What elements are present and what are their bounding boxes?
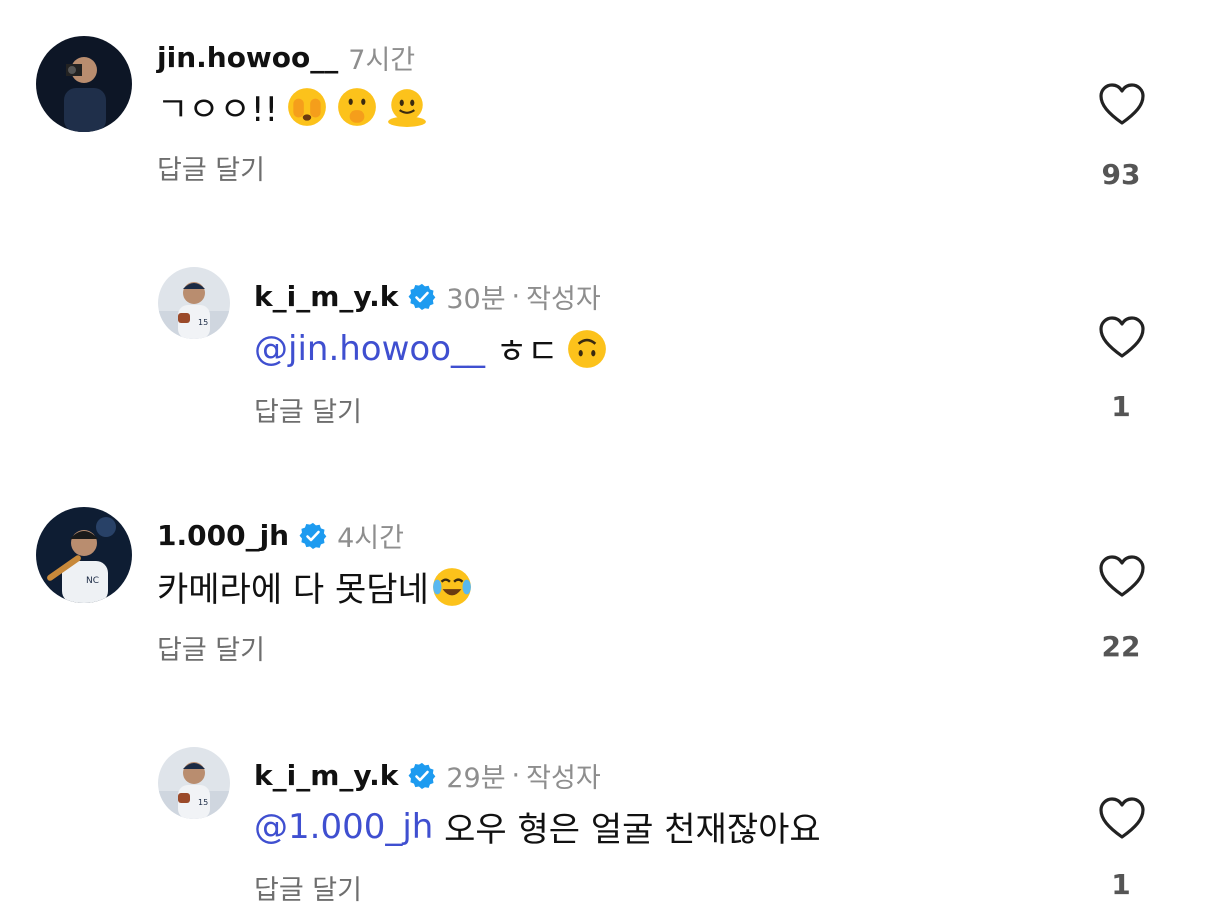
like-count: 1 bbox=[1111, 390, 1131, 423]
svg-text:15: 15 bbox=[198, 318, 208, 327]
avatar[interactable]: NC bbox=[36, 507, 132, 603]
reply-button[interactable]: 답글 달기 bbox=[254, 868, 362, 907]
author-tag: 작성자 bbox=[526, 284, 601, 315]
svg-text:15: 15 bbox=[198, 798, 208, 807]
melting-face-emoji bbox=[386, 86, 428, 128]
heart-icon[interactable] bbox=[1098, 554, 1146, 598]
like-count: 93 bbox=[1101, 158, 1141, 191]
avatar[interactable]: 15 bbox=[158, 747, 230, 819]
comment-body: ㅎㄷ bbox=[485, 332, 559, 372]
like-count: 22 bbox=[1101, 630, 1141, 663]
mention-link[interactable]: @1.000_jh bbox=[254, 807, 433, 847]
timestamp: 29분 bbox=[446, 763, 506, 794]
heart-icon[interactable] bbox=[1098, 796, 1146, 840]
comment-body: 오우 형은 얼굴 천재잖아요 bbox=[433, 810, 821, 850]
verified-badge-icon bbox=[408, 762, 436, 789]
comment-text: ㄱㅇㅇ!! bbox=[157, 82, 428, 131]
comment-item: NC 1.000_jh 4시간 카메라에 다 못담네 답글 달기 22 bbox=[0, 480, 1206, 680]
verified-badge-icon bbox=[299, 522, 327, 549]
reply-comment-item: 15 k_i_m_y.k 29분 · 작성자 @1.000_jh 오우 형은 얼… bbox=[0, 720, 1206, 920]
reply-button[interactable]: 답글 달기 bbox=[254, 390, 362, 429]
heart-icon[interactable] bbox=[1098, 315, 1146, 359]
avatar[interactable]: 15 bbox=[158, 267, 230, 339]
comment-text: @1.000_jh 오우 형은 얼굴 천재잖아요 bbox=[254, 802, 821, 851]
avatar[interactable] bbox=[36, 36, 132, 132]
comment-item: jin.howoo__ 7시간 ㄱㅇㅇ!! 답글 달기 93 bbox=[0, 0, 1206, 200]
comment-body: ㄱㅇㅇ!! bbox=[157, 90, 279, 130]
comment-text: @jin.howoo__ ㅎㄷ bbox=[254, 324, 608, 373]
verified-badge-icon bbox=[408, 283, 436, 310]
face-with-hands-over-eyes-emoji bbox=[286, 86, 328, 128]
username[interactable]: jin.howoo__ bbox=[157, 41, 338, 74]
reply-button[interactable]: 답글 달기 bbox=[157, 148, 265, 187]
timestamp: 7시간 bbox=[348, 45, 416, 76]
svg-text:NC: NC bbox=[86, 576, 99, 586]
username[interactable]: k_i_m_y.k bbox=[254, 280, 398, 313]
like-count: 1 bbox=[1111, 868, 1131, 901]
reply-button[interactable]: 답글 달기 bbox=[157, 628, 265, 667]
username[interactable]: 1.000_jh bbox=[157, 519, 289, 552]
timestamp: 30분 bbox=[446, 284, 506, 315]
mention-link[interactable]: @jin.howoo__ bbox=[254, 329, 485, 369]
face-with-hand-over-mouth-emoji bbox=[336, 86, 378, 128]
reply-comment-item: 15 k_i_m_y.k 30분 · 작성자 @jin.howoo__ ㅎㄷ 답… bbox=[0, 240, 1206, 440]
heart-icon[interactable] bbox=[1098, 82, 1146, 126]
author-tag: 작성자 bbox=[526, 763, 601, 794]
separator: · bbox=[511, 281, 521, 312]
timestamp: 4시간 bbox=[337, 523, 404, 554]
comment-body: 카메라에 다 못담네 bbox=[157, 570, 429, 610]
username[interactable]: k_i_m_y.k bbox=[254, 759, 398, 792]
upside-down-face-emoji bbox=[566, 328, 608, 370]
face-with-tears-of-joy-emoji bbox=[431, 566, 473, 608]
comment-text: 카메라에 다 못담네 bbox=[157, 562, 473, 611]
separator: · bbox=[511, 760, 521, 791]
